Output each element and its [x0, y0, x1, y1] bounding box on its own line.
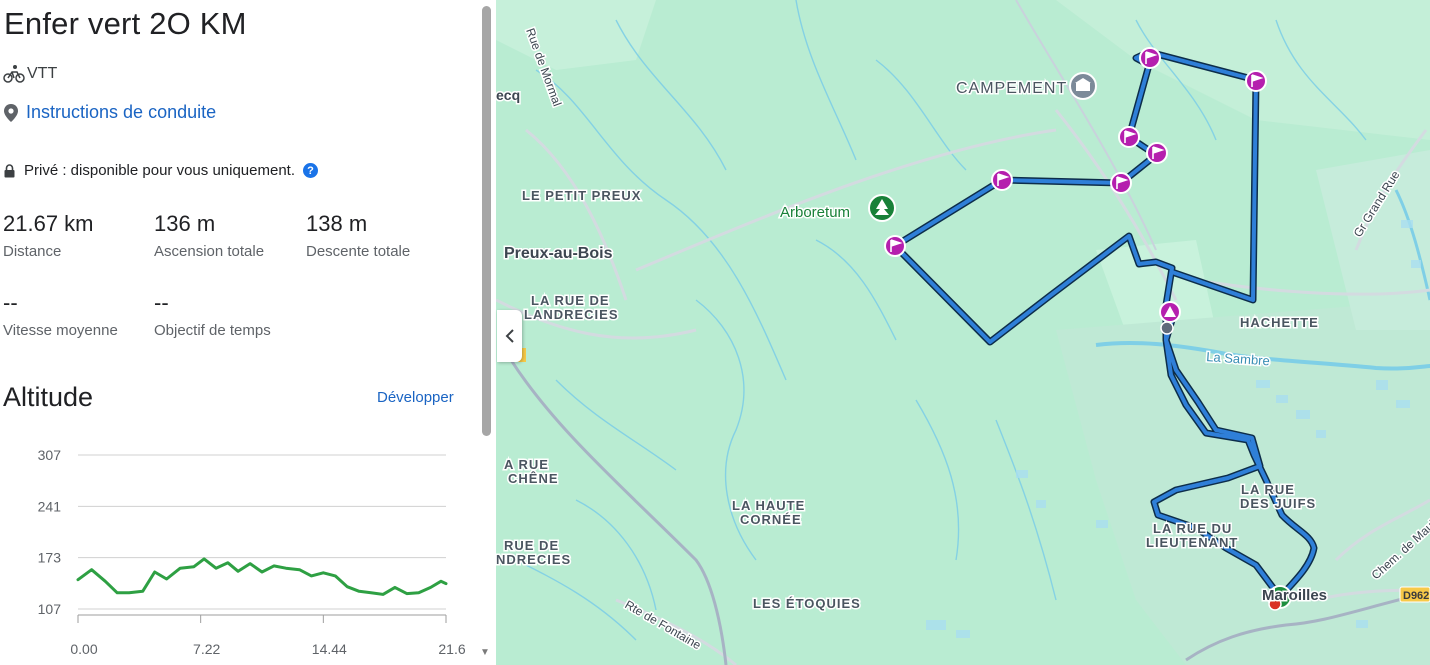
- map-label-la-rue-des-juifs-2: DES JUIFS: [1240, 496, 1316, 511]
- map-label-rte-de-fontaine: Rte de Fontaine: [623, 597, 704, 652]
- map-label-rue-de-ndrecies-1: RUE DE: [504, 538, 559, 553]
- map-label-hachette: HACHETTE: [1240, 315, 1319, 330]
- museum-poi-icon[interactable]: [1069, 72, 1097, 100]
- chart-y-tick-label: 173: [38, 550, 62, 566]
- chart-y-tick-label: 107: [38, 601, 62, 617]
- driving-directions-link[interactable]: Instructions de conduite: [26, 102, 216, 123]
- map-label-la-haute-cornee-1: LA HAUTE: [732, 498, 805, 513]
- map-label-la-rue-du-lieutenant-1: LA RUE DU: [1153, 521, 1232, 536]
- map-label-la-haute-cornee-2: CORNÉE: [740, 512, 802, 527]
- ascent-value: 136 m: [154, 211, 216, 236]
- privacy-text: Privé : disponible pour vous uniquement.: [24, 162, 295, 179]
- time-goal-label: Objectif de temps: [154, 322, 271, 339]
- time-goal-value: --: [154, 290, 169, 315]
- gray-marker-icon: [1160, 321, 1174, 335]
- altitude-chart: 307 241 173 107 0.00 7.22 14.44 21.6: [38, 447, 466, 657]
- map-label-les-etoquies: LES ÉTOQUIES: [753, 596, 861, 611]
- location-pin-icon: [4, 103, 18, 122]
- avg-speed-label: Vitesse moyenne: [3, 322, 118, 339]
- map-label-rue-de-landrecies-2: LANDRECIES: [524, 307, 619, 322]
- waypoint-flag-icon[interactable]: [1110, 172, 1132, 194]
- waypoint-flag-icon[interactable]: [1146, 142, 1168, 164]
- descent-value: 138 m: [306, 211, 368, 236]
- stat-time-goal: -- Objectif de temps: [154, 290, 271, 339]
- chevron-left-icon: [505, 329, 514, 343]
- distance-label: Distance: [3, 243, 62, 260]
- map-label-rue-de-ndrecies-2: NDRECIES: [496, 552, 571, 567]
- stat-avg-speed: -- Vitesse moyenne: [3, 290, 118, 339]
- chart-x-tick-label: 0.00: [70, 641, 97, 657]
- help-icon[interactable]: ?: [303, 163, 318, 178]
- descent-label: Descente totale: [306, 243, 411, 260]
- chart-x-tick-label: 14.44: [312, 641, 347, 657]
- expand-chart-link[interactable]: Développer: [377, 389, 454, 406]
- summit-icon[interactable]: [1159, 301, 1181, 323]
- chart-y-tick-label: 241: [38, 498, 62, 514]
- activity-type: VTT: [3, 64, 57, 84]
- route-details-panel: Enfer vert 2O KM VTT Instructions de con…: [0, 0, 496, 665]
- stat-ascent: 136 m Ascension totale: [154, 211, 264, 260]
- map-label-la-rue-des-juifs-1: LA RUE: [1241, 482, 1295, 497]
- route-title: Enfer vert 2O KM: [4, 6, 247, 41]
- activity-label: VTT: [27, 65, 58, 82]
- park-poi-icon[interactable]: [868, 194, 896, 222]
- waypoint-flag-icon[interactable]: [884, 235, 906, 257]
- mountain-bike-icon: [3, 65, 25, 83]
- waypoint-flag-icon[interactable]: [1245, 70, 1267, 92]
- chart-x-tick-label: 21.6: [438, 641, 465, 657]
- map-label-le-petit-preux: LE PETIT PREUX: [522, 188, 641, 203]
- waypoint-flag-icon[interactable]: [1139, 47, 1161, 69]
- map-label-campement: CAMPEMENT: [956, 80, 1067, 97]
- map-view[interactable]: CAMPEMENT LE PETIT PREUX LA RUE DE LANDR…: [496, 0, 1430, 665]
- altitude-series-line: [76, 557, 448, 596]
- privacy-row: Privé : disponible pour vous uniquement.…: [4, 162, 318, 179]
- map-label-maroilles: Maroilles: [1262, 587, 1327, 604]
- map-label-la-rue-chene-1: A RUE: [504, 457, 549, 472]
- waypoint-flag-icon[interactable]: [1118, 126, 1140, 148]
- map-label-la-rue-chene-2: CHÊNE: [508, 471, 559, 486]
- map-label-preux-au-bois: Preux-au-Bois: [504, 245, 613, 262]
- map-canvas[interactable]: CAMPEMENT LE PETIT PREUX LA RUE DE LANDR…: [496, 0, 1430, 665]
- map-label-arboretum: Arboretum: [780, 204, 850, 221]
- lock-icon: [4, 163, 15, 177]
- road-number-d962: D962: [1403, 590, 1429, 602]
- directions-row[interactable]: Instructions de conduite: [4, 102, 216, 123]
- chart-x-tick-label: 7.22: [193, 641, 220, 657]
- distance-value: 21.67 km: [3, 211, 94, 236]
- scroll-down-arrow-icon[interactable]: ▼: [480, 647, 490, 658]
- stat-descent: 138 m Descente totale: [306, 211, 410, 260]
- road-shield-d962: D962: [1399, 586, 1430, 603]
- map-label-la-rue-du-lieutenant-2: LIEUTENANT: [1146, 535, 1238, 550]
- panel-scrollbar-thumb[interactable]: [482, 6, 491, 436]
- altitude-title: Altitude: [3, 382, 94, 412]
- collapse-panel-button[interactable]: [497, 310, 522, 362]
- avg-speed-value: --: [3, 290, 18, 315]
- map-label-ecq: ecq: [496, 87, 520, 103]
- stat-distance: 21.67 km Distance: [3, 211, 94, 260]
- chart-y-tick-label: 307: [38, 447, 62, 463]
- map-label-rue-de-landrecies-1: LA RUE DE: [531, 293, 610, 308]
- waypoint-flag-icon[interactable]: [991, 169, 1013, 191]
- ascent-label: Ascension totale: [154, 243, 265, 260]
